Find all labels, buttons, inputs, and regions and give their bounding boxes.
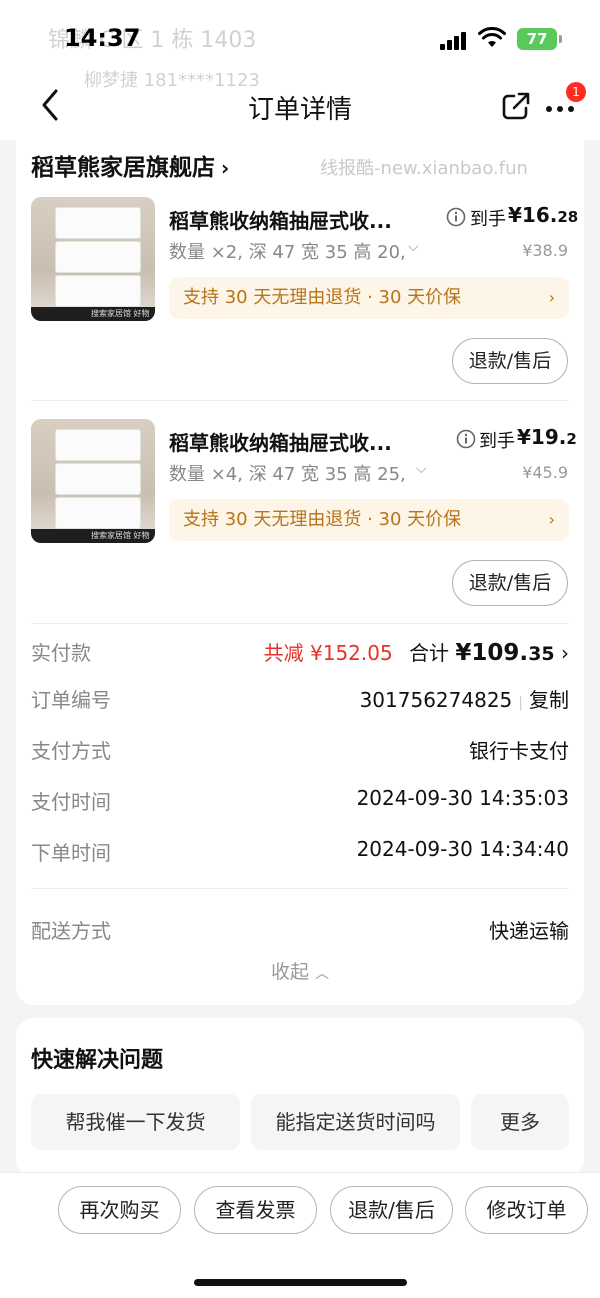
shop-name-link[interactable]: 稻草熊家居旗舰店 › [31, 148, 229, 182]
modify-order-button[interactable]: 修改订单 [465, 1186, 588, 1234]
copy-button[interactable]: 复制 [529, 688, 569, 712]
chevron-right-icon: › [221, 156, 230, 180]
info-icon[interactable] [446, 207, 466, 227]
share-icon[interactable] [500, 90, 532, 122]
product-spec: 数量 ×2, 深 47 宽 35 高 20, 【 [169, 242, 419, 263]
payment-time-label: 支付时间 [31, 790, 111, 814]
divider [31, 400, 569, 401]
divider [31, 888, 569, 889]
notification-badge: 1 [566, 82, 586, 102]
payment-summary-row[interactable]: 实付款 共减 ¥152.05 合计 ¥109.35 › [31, 637, 569, 677]
delivery-row: 配送方式 快递运输 [31, 915, 569, 955]
final-price-label: 到手 [470, 209, 506, 230]
final-price-label: 到手 [479, 431, 515, 452]
status-time: 14:37 [64, 24, 141, 52]
collapse-label: 收起 [270, 961, 309, 983]
paid-label: 实付款 [31, 641, 91, 665]
collapse-button[interactable]: 收起 ︿ [16, 957, 584, 984]
total-amount: ¥109.35 [455, 640, 555, 666]
payment-method: 银行卡支付 [469, 739, 569, 763]
home-indicator[interactable] [194, 1279, 407, 1286]
original-price: ¥45.9 [522, 463, 568, 482]
chevron-up-icon: ︿ [315, 966, 330, 982]
wifi-icon [478, 27, 506, 47]
chevron-right-icon: › [548, 288, 555, 307]
payment-time: 2024-09-30 14:35:03 [356, 786, 569, 810]
info-icon[interactable] [456, 429, 476, 449]
watermark: 线报酷-new.xianbao.fun [320, 158, 528, 179]
product-spec: 数量 ×4, 深 47 宽 35 高 25, 【 [169, 464, 419, 485]
refund-button[interactable]: 退款/售后 [452, 560, 568, 606]
order-number-row: 订单编号 301756274825 | 复制 [31, 684, 569, 724]
product-item[interactable]: 搜索家居馆 好物享5折 稻草熊收纳箱抽屉式收... 到手 ¥16.28 数量 ×… [16, 197, 584, 417]
product-title[interactable]: 稻草熊收纳箱抽屉式收... [169, 205, 392, 234]
quick-chip-delivery-time[interactable]: 能指定送货时间吗 [251, 1094, 460, 1150]
order-number: 301756274825 [359, 688, 513, 712]
quick-help-title: 快速解决问题 [31, 1048, 164, 1073]
quick-chip-urge-shipping[interactable]: 帮我催一下发货 [31, 1094, 240, 1150]
top-area: 锦麟 C 区 1 栋 1403 柳梦捷 181****1123 14:37 77… [0, 0, 600, 140]
order-number-label: 订单编号 [31, 688, 111, 712]
buy-again-button[interactable]: 再次购买 [58, 1186, 181, 1234]
battery-icon: 77 [517, 28, 562, 50]
final-price: ¥16.28 [508, 203, 579, 227]
payment-method-label: 支付方式 [31, 739, 111, 763]
guarantee-banner[interactable]: 支持 30 天无理由退货 · 30 天价保 › [169, 499, 569, 541]
product-image[interactable]: 搜索家居馆 好物享5折 [31, 419, 155, 543]
chevron-right-icon: › [561, 641, 569, 665]
refund-button[interactable]: 退款/售后 [452, 338, 568, 384]
view-invoice-button[interactable]: 查看发票 [194, 1186, 317, 1234]
nav-bar: 订单详情 [0, 75, 600, 135]
status-bar: 14:37 77 [0, 0, 600, 70]
shop-name: 稻草熊家居旗舰店 [31, 155, 215, 181]
guarantee-banner[interactable]: 支持 30 天无理由退货 · 30 天价保 › [169, 277, 569, 319]
original-price: ¥38.9 [522, 241, 568, 260]
delivery-method: 快递运输 [489, 919, 569, 943]
order-card: 稻草熊家居旗舰店› 线报酷-new.xianbao.fun 搜索家居馆 好物享5… [16, 140, 584, 1005]
order-time-label: 下单时间 [31, 841, 111, 865]
discount-amount: 共减 ¥152.05 [263, 641, 393, 665]
cellular-signal-icon [440, 32, 468, 50]
chevron-right-icon: › [548, 510, 555, 529]
delivery-label: 配送方式 [31, 919, 111, 943]
chevron-down-icon[interactable]: ⌵ [416, 461, 427, 477]
final-price: ¥19.2 [517, 425, 577, 449]
more-dots-icon [546, 105, 579, 114]
total-label: 合计 [409, 641, 450, 665]
quick-help-card: 快速解决问题 帮我催一下发货 能指定送货时间吗 更多 [16, 1018, 584, 1178]
refund-aftersale-button[interactable]: 退款/售后 [330, 1186, 453, 1234]
order-time-row: 下单时间 2024-09-30 14:34:40 [31, 837, 569, 877]
quick-chip-more[interactable]: 更多 [471, 1094, 569, 1150]
guarantee-text: 支持 30 天无理由退货 · 30 天价保 [183, 287, 462, 308]
product-item[interactable]: 搜索家居馆 好物享5折 稻草熊收纳箱抽屉式收... 到手 ¥19.2 数量 ×4… [16, 419, 584, 639]
bottom-action-bar: 再次购买 查看发票 退款/售后 修改订单 [0, 1172, 600, 1298]
thumb-caption: 搜索家居馆 好物享5折 [31, 307, 155, 321]
product-image[interactable]: 搜索家居馆 好物享5折 [31, 197, 155, 321]
chevron-down-icon[interactable]: ⌵ [408, 239, 419, 255]
payment-summary: 共减 ¥152.05 合计 ¥109.35 › [264, 637, 569, 666]
thumb-caption: 搜索家居馆 好物享5折 [31, 529, 155, 543]
order-number-value: 301756274825 | 复制 [359, 688, 569, 712]
product-title[interactable]: 稻草熊收纳箱抽屉式收... [169, 427, 392, 456]
divider [31, 623, 569, 624]
order-time: 2024-09-30 14:34:40 [356, 837, 569, 861]
payment-method-row: 支付方式 银行卡支付 [31, 735, 569, 775]
payment-time-row: 支付时间 2024-09-30 14:35:03 [31, 786, 569, 826]
guarantee-text: 支持 30 天无理由退货 · 30 天价保 [183, 509, 462, 530]
